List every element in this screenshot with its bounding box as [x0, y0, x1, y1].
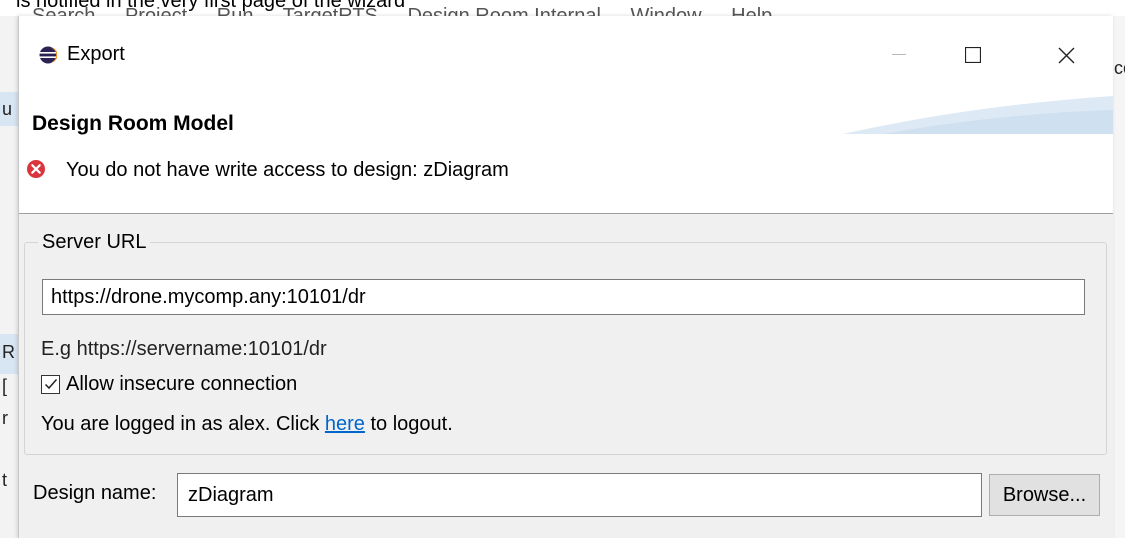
design-name-label: Design name:: [33, 482, 157, 504]
insecure-connection-label[interactable]: Allow insecure connection: [66, 373, 297, 396]
error-message: You do not have write access to design: …: [66, 159, 509, 181]
header-banner-graphic: [843, 96, 1113, 134]
login-status-suffix: to logout.: [364, 413, 453, 435]
server-url-legend: Server URL: [38, 231, 151, 254]
background-fragment: u: [2, 99, 13, 119]
menu-item-window[interactable]: Window: [630, 5, 701, 16]
close-icon: [1058, 47, 1074, 63]
login-status: You are logged in as alex. Click here to…: [41, 413, 453, 436]
menu-item-design-room-internal[interactable]: Design Room Internal: [407, 5, 600, 16]
background-fragment: t: [2, 470, 8, 490]
background-left-strip: u R [ r t: [0, 16, 18, 538]
wizard-header: Design Room Model You do not have write …: [19, 96, 1113, 214]
design-name-input[interactable]: [177, 473, 982, 517]
server-url-input[interactable]: [42, 279, 1085, 315]
background-fragment: [: [2, 376, 8, 396]
background-fragment: cc: [1114, 58, 1125, 78]
insecure-connection-option[interactable]: Allow insecure connection: [41, 371, 297, 397]
maximize-button[interactable]: [943, 30, 1003, 80]
title-bar[interactable]: Export: [19, 16, 1113, 96]
maximize-icon: [965, 47, 981, 63]
close-button[interactable]: [1036, 30, 1096, 80]
server-url-group: Server URL E.g https://servername:10101/…: [24, 231, 1107, 455]
background-fragment: r: [2, 408, 8, 428]
eclipse-icon: [39, 46, 57, 64]
window-title: Export: [67, 43, 125, 65]
error-icon: [27, 160, 45, 178]
background-right-strip: cc: [1112, 16, 1125, 538]
wizard-page-title: Design Room Model: [32, 112, 234, 135]
menu-item-help[interactable]: Help: [731, 5, 772, 16]
insecure-connection-checkbox[interactable]: [41, 374, 60, 394]
checkmark-icon: [44, 379, 57, 390]
browse-button[interactable]: Browse...: [989, 474, 1100, 516]
document-caption: is notified in the very first page of th…: [16, 0, 406, 12]
login-status-prefix: You are logged in as alex. Click: [41, 413, 325, 435]
export-dialog: Export Design Room Model You do not have…: [18, 16, 1113, 538]
logout-link[interactable]: here: [325, 413, 365, 435]
background-fragment: R: [2, 342, 15, 362]
server-url-hint: E.g https://servername:10101/dr: [41, 338, 327, 360]
minimize-button[interactable]: [869, 30, 929, 80]
minimize-icon: [892, 54, 906, 55]
